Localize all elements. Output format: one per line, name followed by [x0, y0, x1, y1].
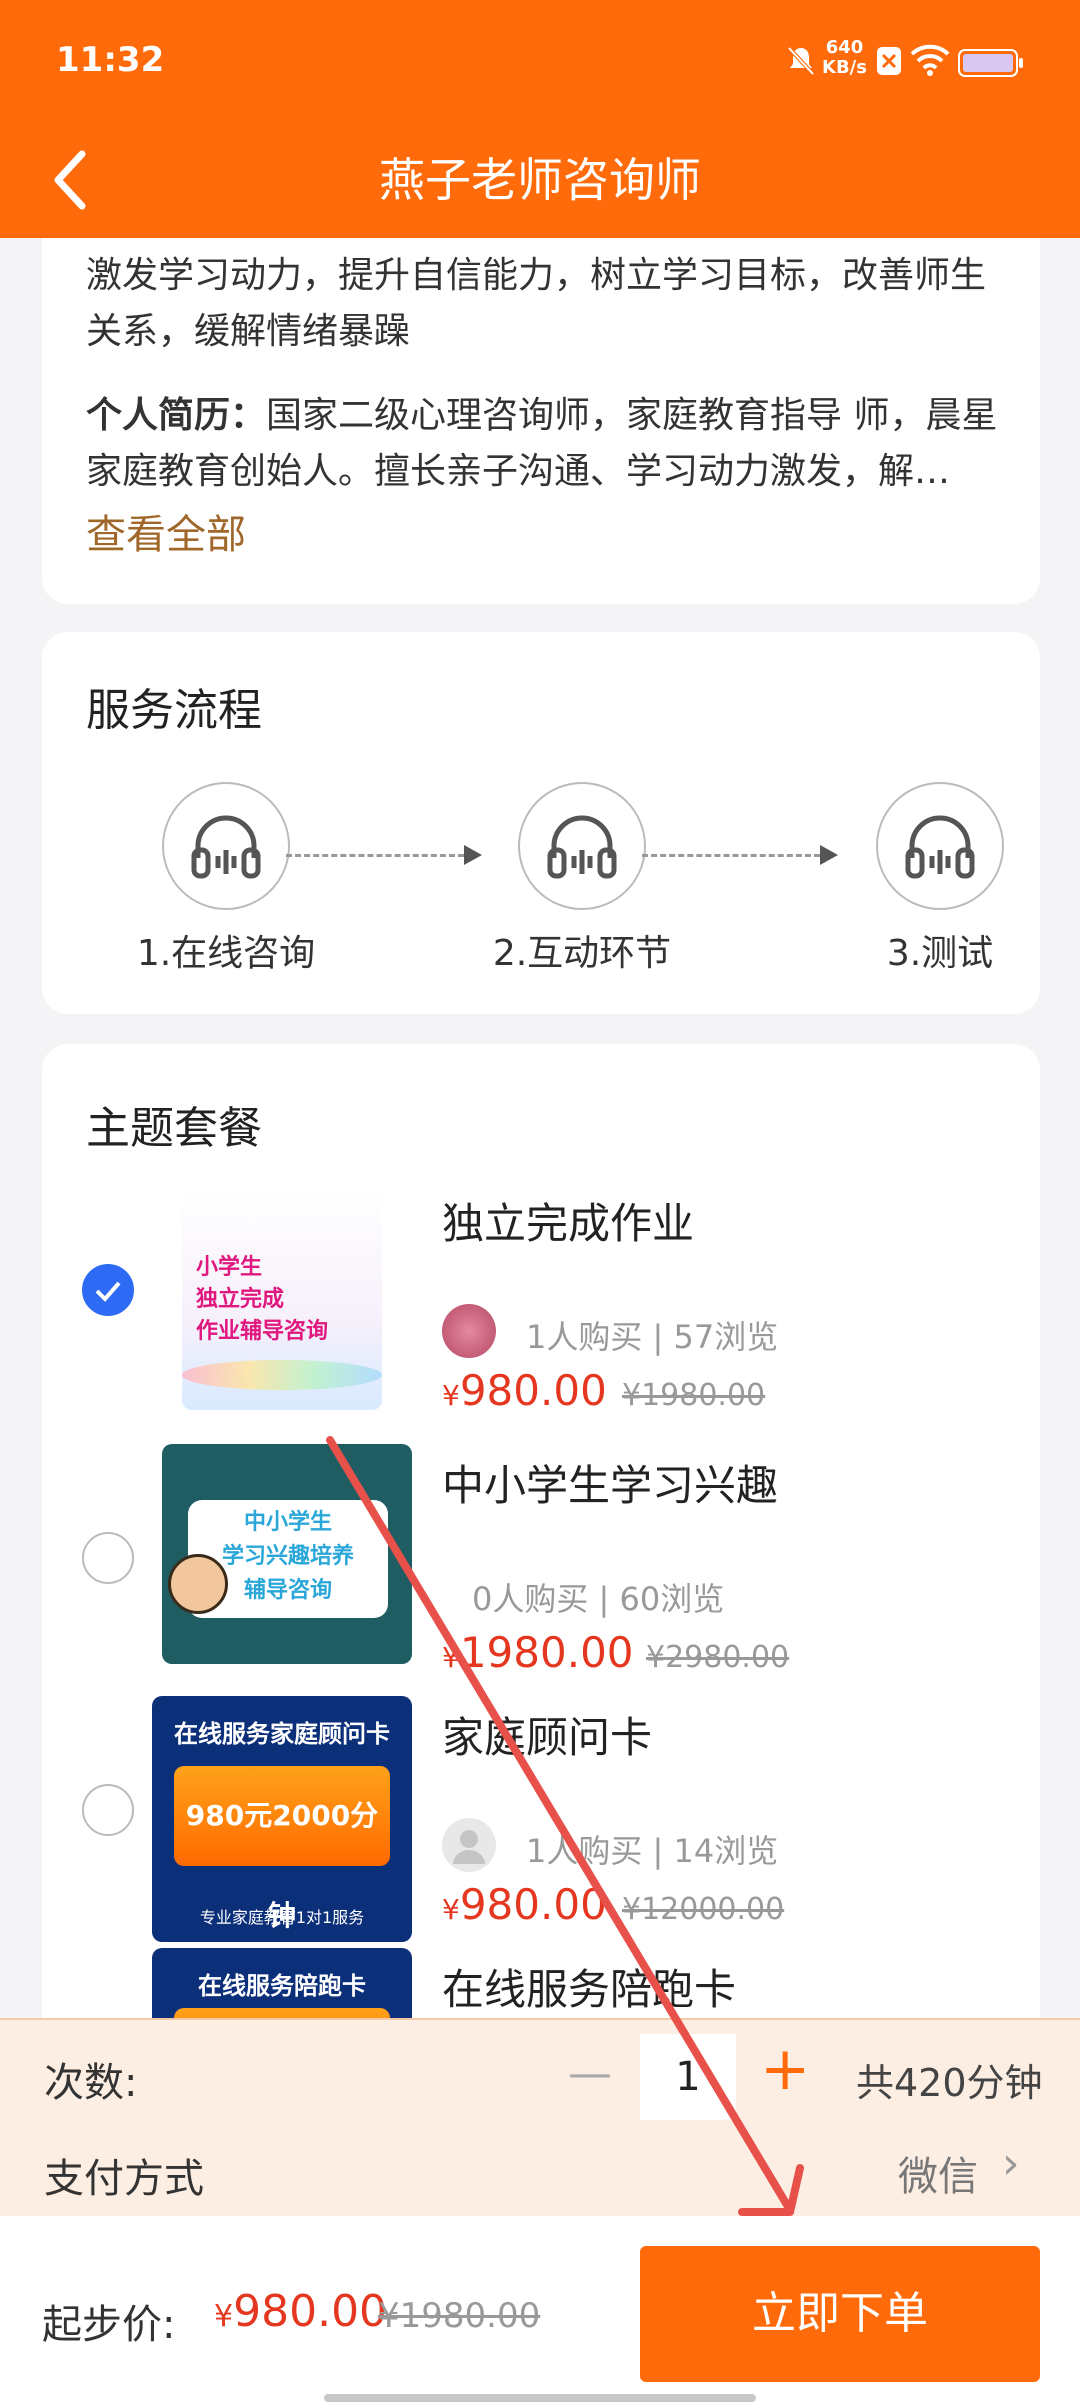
- package-item[interactable]: 小学生 独立完成 作业辅导咨询 独立完成作业 1人购买 | 57浏览 ¥980.…: [42, 1182, 1040, 1434]
- cartoon-boy-illustration: [168, 1554, 228, 1614]
- total-minutes: 共420分钟: [856, 2061, 1043, 2105]
- mute-bell-icon: [787, 46, 815, 76]
- speed-unit: KB/s: [822, 57, 867, 78]
- thumb-line: 小学生: [196, 1255, 263, 1280]
- package-thumbnail: 在线服务家庭顾问卡 980元2000分钟 专业家庭教育1对1服务: [152, 1696, 412, 1942]
- flow-step-1: 1.在线咨询: [106, 782, 346, 976]
- thumb-line: 独立完成: [196, 1287, 285, 1312]
- package-thumbnail: 中小学生 学习兴趣培养 辅导咨询: [162, 1444, 412, 1664]
- price-value: 980.00: [233, 2286, 388, 2337]
- default-avatar-icon: [442, 1818, 496, 1872]
- package-name: 家庭顾问卡: [442, 1713, 653, 1762]
- place-order-button[interactable]: 立即下单: [640, 2246, 1040, 2382]
- package-name: 在线服务陪跑卡: [442, 1965, 737, 2014]
- currency-symbol: ¥: [442, 1641, 460, 1674]
- thumb-line: 在线服务家庭顾问卡: [174, 1720, 390, 1748]
- check-icon: [95, 1281, 121, 1302]
- price-value: 980.00: [459, 1366, 607, 1415]
- speed-value: 640: [825, 37, 864, 58]
- headset-icon: [162, 782, 290, 910]
- decrease-button[interactable]: —: [560, 2048, 620, 2099]
- package-name: 独立完成作业: [442, 1199, 695, 1248]
- rainbow-decoration: [182, 1360, 382, 1390]
- thumb-line: 在线服务陪跑卡: [198, 1972, 366, 2000]
- package-original-price: ¥12000.00: [622, 1892, 785, 1927]
- home-indicator[interactable]: [324, 2394, 756, 2402]
- headset-icon: [518, 782, 646, 910]
- bio-label: 个人简历：: [86, 395, 267, 436]
- thumb-text: 小学生 独立完成 作业辅导咨询: [196, 1252, 328, 1348]
- package-stats: 1人购买 | 57浏览: [526, 1318, 779, 1356]
- flow-arrow: [642, 845, 838, 865]
- package-item[interactable]: 中小学生 学习兴趣培养 辅导咨询 中小学生学习兴趣 0人购买 | 60浏览 ¥1…: [42, 1444, 1040, 1696]
- status-bar: 11:32 640 KB/s: [0, 0, 1080, 120]
- chevron-right-icon[interactable]: ›: [1002, 2138, 1020, 2189]
- package-original-price: ¥2980.00: [646, 1640, 790, 1675]
- checkout-bar: 起步价: ¥980.00 ¥1980.00 立即下单: [0, 2216, 1080, 2408]
- thumb-line: 980元2000分钟: [174, 1766, 390, 1932]
- flow-step-2: 2.互动环节: [462, 782, 702, 976]
- service-flow-card: 服务流程 1.在线咨询 2.互动环节 3.测试: [42, 632, 1040, 1014]
- network-speed: 640 KB/s: [822, 38, 867, 78]
- thumb-line: 作业辅导咨询: [196, 1319, 329, 1344]
- goal-text: 激发学习动力，提升自信能力，树立学习目标，改善师生关系，缓解情绪暴躁: [86, 255, 987, 352]
- package-thumbnail: 小学生 独立完成 作业辅导咨询: [182, 1190, 382, 1410]
- start-price-label: 起步价:: [42, 2302, 176, 2348]
- battery-icon: [958, 49, 1023, 77]
- order-options-panel: 次数: — 1 + 共420分钟 支付方式 微信 ›: [0, 2018, 1080, 2218]
- package-item[interactable]: 在线服务家庭顾问卡 980元2000分钟 专业家庭教育1对1服务 家庭顾问卡 1…: [42, 1696, 1040, 1948]
- package-name: 中小学生学习兴趣: [442, 1461, 779, 1510]
- thumb-line: 中小学生: [243, 1510, 332, 1535]
- package-radio[interactable]: [82, 1532, 134, 1584]
- bio-paragraph: 个人简历：国家二级心理咨询师，家庭教育指导 师，晨星家庭教育创始人。擅长亲子沟通…: [86, 388, 1000, 500]
- status-time: 11:32: [56, 40, 165, 80]
- headset-icon: [876, 782, 1004, 910]
- thumb-line: 专业家庭教育1对1服务: [199, 1908, 365, 1927]
- counselor-intro-card: 激发学习动力，提升自信能力，树立学习目标，改善师生关系，缓解情绪暴躁 个人简历：…: [42, 238, 1040, 604]
- package-section-title: 主题套餐: [86, 1103, 262, 1154]
- close-box-icon: [877, 47, 901, 75]
- page-title: 燕子老师咨询师: [379, 153, 701, 207]
- start-original-price: ¥1980.00: [378, 2296, 541, 2336]
- currency-symbol: ¥: [214, 2299, 234, 2334]
- price-value: 980.00: [459, 1880, 607, 1929]
- payment-method-value[interactable]: 微信: [898, 2144, 978, 2202]
- package-price: ¥1980.00: [442, 1628, 634, 1677]
- flow-step-label: 3.测试: [886, 933, 994, 974]
- start-price: ¥980.00: [214, 2286, 387, 2337]
- increase-button[interactable]: +: [760, 2034, 810, 2104]
- package-price: ¥980.00: [442, 1366, 607, 1415]
- nav-bar: 燕子老师咨询师: [0, 120, 1080, 238]
- package-radio-checked[interactable]: [82, 1264, 134, 1316]
- flow-step-3: 3.测试: [820, 782, 1060, 976]
- quantity-field[interactable]: 1: [640, 2034, 736, 2120]
- package-original-price: ¥1980.00: [622, 1378, 766, 1413]
- price-value: 1980.00: [459, 1628, 634, 1677]
- wifi-icon: [910, 44, 950, 76]
- currency-symbol: ¥: [442, 1379, 460, 1412]
- flow-step-label: 2.互动环节: [492, 933, 672, 974]
- currency-symbol: ¥: [442, 1893, 460, 1926]
- package-price: ¥980.00: [442, 1880, 607, 1929]
- package-stats: 0人购买 | 60浏览: [472, 1580, 725, 1618]
- package-list-card: 主题套餐 小学生 独立完成 作业辅导咨询 独立完成作业 1人购买 | 57浏览 …: [42, 1044, 1040, 2044]
- view-all-link[interactable]: 查看全部: [86, 502, 246, 560]
- count-label: 次数:: [44, 2060, 138, 2106]
- payment-method-label: 支付方式: [44, 2156, 204, 2202]
- flow-step-label: 1.在线咨询: [136, 933, 316, 974]
- service-flow-title: 服务流程: [86, 685, 262, 736]
- flow-arrow: [286, 845, 482, 865]
- buyer-avatar: [442, 1304, 496, 1358]
- package-radio[interactable]: [82, 1784, 134, 1836]
- package-stats: 1人购买 | 14浏览: [526, 1832, 779, 1870]
